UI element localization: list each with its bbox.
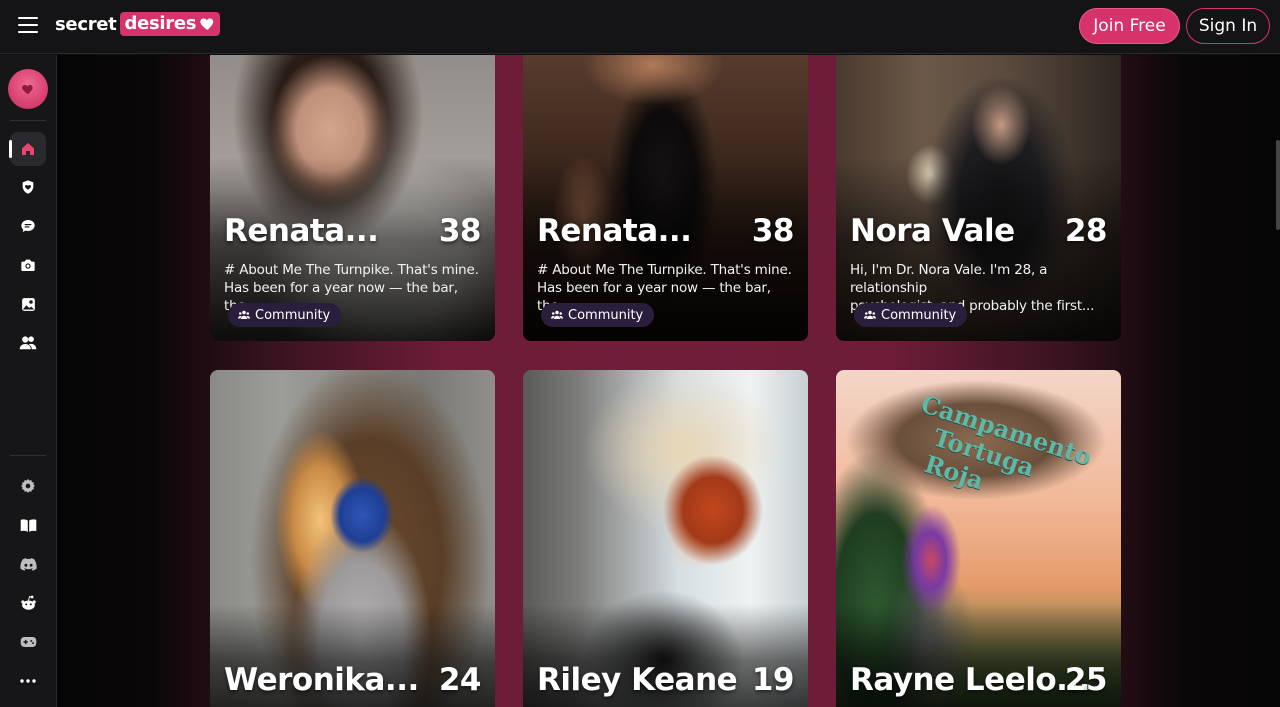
logo-desires-label: desires [124, 13, 197, 34]
community-tag[interactable]: Community [854, 303, 968, 327]
active-indicator [9, 140, 12, 158]
character-card[interactable]: Renata... 38 # About Me The Turnpike. Th… [523, 55, 808, 341]
sidebar-item-guide[interactable] [10, 508, 46, 542]
character-card[interactable]: Campamento Tortuga Roja Rayne Leelo... 2… [836, 370, 1121, 707]
character-card[interactable]: Riley Keane 19 [523, 370, 808, 707]
character-name: Riley Keane [537, 662, 738, 698]
character-name: Weronika... [224, 662, 419, 698]
character-age: 38 [751, 213, 795, 249]
scrollbar[interactable] [1276, 140, 1280, 230]
tag-label: Community [255, 307, 331, 323]
tag-label: Community [568, 307, 644, 323]
sidebar-item-games[interactable] [10, 625, 46, 659]
book-icon [20, 518, 36, 532]
sidebar-divider [10, 455, 46, 456]
heart-logo-icon [22, 84, 33, 95]
sidebar-item-camera[interactable] [10, 248, 46, 282]
tag-label: Community [881, 307, 957, 323]
community-icon [238, 310, 250, 319]
character-card[interactable]: Weronika... 24 [210, 370, 495, 707]
sidebar-item-community[interactable] [10, 326, 46, 360]
users-icon [19, 336, 37, 350]
community-icon [864, 310, 876, 319]
sidebar-divider [10, 120, 46, 121]
character-card[interactable]: Nora Vale 28 Hi, I'm Dr. Nora Vale. I'm … [836, 55, 1121, 341]
community-tag[interactable]: Community [541, 303, 655, 327]
community-tag[interactable]: Community [228, 303, 342, 327]
sidebar-item-chats[interactable] [10, 209, 46, 243]
character-age: 28 [1064, 213, 1108, 249]
logo-text-secret: secret [55, 13, 117, 35]
gear-icon [21, 479, 35, 493]
hamburger-icon[interactable] [18, 17, 38, 35]
sidebar [0, 55, 57, 707]
character-name: Rayne Leelo... [850, 662, 1091, 698]
sidebar-item-settings[interactable] [10, 469, 46, 503]
join-free-button[interactable]: Join Free [1079, 8, 1180, 44]
top-bar: secret desires Join Free Sign In [0, 0, 1280, 54]
community-icon [551, 310, 563, 319]
character-name: Renata... [537, 213, 692, 249]
sign-in-button[interactable]: Sign In [1186, 8, 1270, 44]
character-name: Renata... [224, 213, 379, 249]
avatar[interactable] [8, 69, 48, 109]
chat-icon [21, 220, 35, 232]
character-card[interactable]: Renata... 38 # About Me The Turnpike. Th… [210, 55, 495, 341]
sidebar-item-more[interactable] [10, 664, 46, 698]
reddit-icon [20, 595, 36, 610]
logo-text-desires: desires [120, 12, 221, 36]
sidebar-item-discord[interactable] [10, 547, 46, 581]
discord-icon [19, 557, 37, 571]
home-icon [22, 143, 34, 155]
heart-icon [200, 18, 214, 30]
more-icon [20, 679, 36, 683]
sidebar-item-gallery[interactable] [10, 287, 46, 321]
description-line: # About Me The Turnpike. That's mine. [224, 262, 479, 278]
character-age: 25 [1064, 662, 1108, 698]
description-line: # About Me The Turnpike. That's mine. [537, 262, 792, 278]
description-line: Hi, I'm Dr. Nora Vale. I'm 28, a relatio… [850, 262, 1048, 296]
sidebar-item-reddit[interactable] [10, 586, 46, 620]
sidebar-item-home[interactable] [9, 132, 46, 166]
character-age: 19 [751, 662, 795, 698]
heart-shield-icon [22, 180, 34, 194]
character-age: 38 [438, 213, 482, 249]
character-grid: Renata... 38 # About Me The Turnpike. Th… [57, 55, 1280, 707]
sidebar-item-favorites[interactable] [10, 170, 46, 204]
gamepad-icon [20, 637, 36, 647]
gallery-icon [21, 297, 35, 311]
logo[interactable]: secret desires [55, 12, 221, 36]
camera-icon [21, 259, 35, 271]
character-age: 24 [438, 662, 482, 698]
character-name: Nora Vale [850, 213, 1015, 249]
